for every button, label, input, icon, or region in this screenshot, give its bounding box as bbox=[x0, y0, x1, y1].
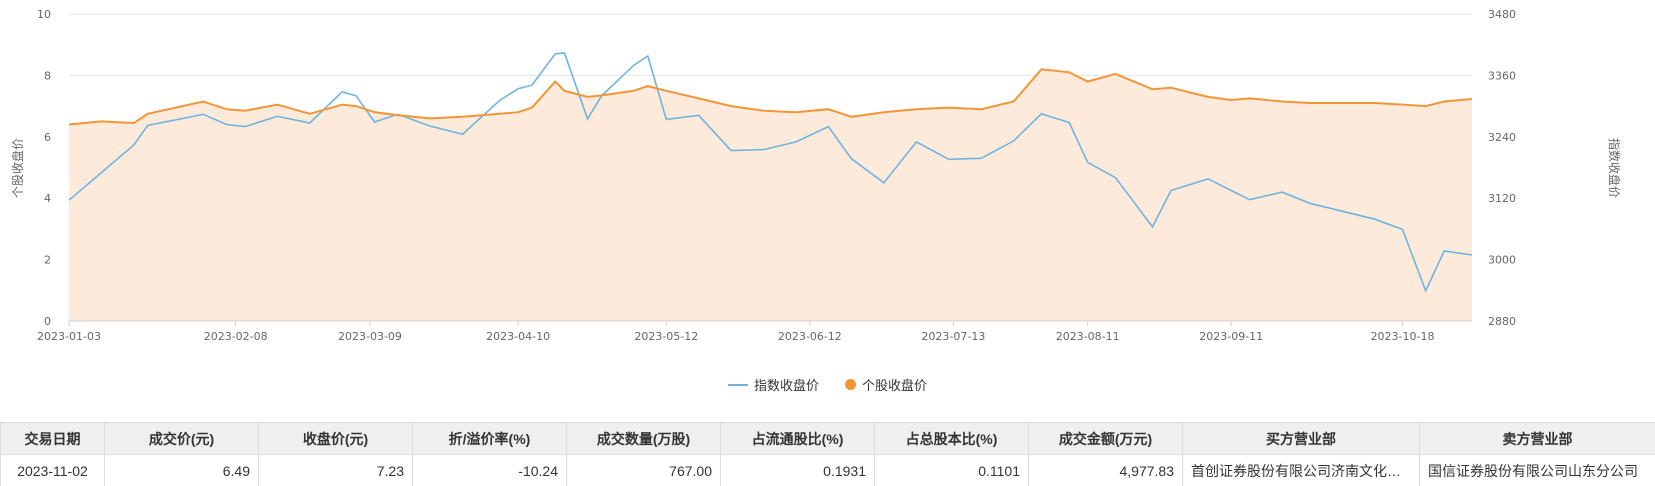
right-y-tick-label: 3480 bbox=[1488, 8, 1516, 21]
x-tick-label: 2023-01-03 bbox=[37, 330, 101, 343]
legend-item-index[interactable]: 指数收盘价 bbox=[727, 375, 819, 394]
left-y-tick-label: 8 bbox=[44, 69, 51, 82]
right-y-tick-label: 3000 bbox=[1488, 254, 1516, 267]
cell-buyer: 首创证券股份有限公司济南文化东路证券营业部 bbox=[1182, 454, 1420, 486]
col-header-premium-rate[interactable]: 折/溢价率(%) bbox=[412, 422, 567, 455]
x-tick-label: 2023-08-11 bbox=[1056, 330, 1120, 343]
right-y-tick-label: 3240 bbox=[1488, 131, 1516, 144]
right-y-axis-label: 指数收盘价 bbox=[1607, 138, 1622, 198]
stock-area-fill bbox=[69, 69, 1472, 321]
col-header-seller[interactable]: 卖方营业部 bbox=[1419, 422, 1655, 455]
right-y-axis-ticks: 2880 3000 3120 3240 3360 3480 bbox=[1488, 8, 1516, 328]
x-tick-label: 2023-06-12 bbox=[778, 330, 842, 343]
cell-amount: 4,977.83 bbox=[1028, 454, 1183, 486]
legend-dot-icon bbox=[845, 379, 856, 390]
x-tick-label: 2023-04-10 bbox=[486, 330, 550, 343]
col-header-amount[interactable]: 成交金额(万元) bbox=[1028, 422, 1183, 455]
right-y-tick-label: 3360 bbox=[1488, 69, 1516, 82]
legend-line-icon bbox=[727, 383, 748, 386]
cell-float-ratio: 0.1931 bbox=[720, 454, 875, 486]
legend-label-stock: 个股收盘价 bbox=[862, 378, 928, 393]
right-y-tick-label: 3120 bbox=[1488, 192, 1516, 205]
block-trade-table: 交易日期 成交价(元) 收盘价(元) 折/溢价率(%) 成交数量(万股) 占流通… bbox=[0, 422, 1655, 486]
x-tick-label: 2023-02-08 bbox=[204, 330, 268, 343]
col-header-float-ratio[interactable]: 占流通股比(%) bbox=[720, 422, 875, 455]
left-y-tick-label: 4 bbox=[44, 192, 51, 205]
col-header-deal-price[interactable]: 成交价(元) bbox=[104, 422, 259, 455]
cell-seller: 国信证券股份有限公司山东分公司 bbox=[1419, 454, 1655, 486]
x-tick-label: 2023-03-09 bbox=[338, 330, 402, 343]
legend-item-stock[interactable]: 个股收盘价 bbox=[845, 375, 927, 394]
right-y-tick-label: 2880 bbox=[1488, 315, 1516, 328]
cell-total-ratio: 0.1101 bbox=[874, 454, 1029, 486]
col-header-date[interactable]: 交易日期 bbox=[0, 422, 105, 455]
cell-deal-price: 6.49 bbox=[104, 454, 259, 486]
col-header-total-ratio[interactable]: 占总股本比(%) bbox=[874, 422, 1029, 455]
col-header-buyer[interactable]: 买方营业部 bbox=[1182, 422, 1420, 455]
cell-premium-rate: -10.24 bbox=[412, 454, 567, 486]
left-y-tick-label: 0 bbox=[44, 315, 51, 328]
table-header-row: 交易日期 成交价(元) 收盘价(元) 折/溢价率(%) 成交数量(万股) 占流通… bbox=[0, 422, 1655, 455]
chart-legend: 指数收盘价 个股收盘价 bbox=[0, 375, 1655, 394]
left-y-tick-label: 2 bbox=[44, 254, 51, 267]
col-header-volume[interactable]: 成交数量(万股) bbox=[566, 422, 721, 455]
left-y-tick-label: 10 bbox=[37, 8, 51, 21]
cell-volume: 767.00 bbox=[566, 454, 721, 486]
x-tick-label: 2023-05-12 bbox=[634, 330, 698, 343]
x-axis-ticks: 2023-01-03 2023-02-08 2023-03-09 2023-04-10… bbox=[37, 321, 1435, 343]
x-tick-label: 2023-07-13 bbox=[921, 330, 985, 343]
x-tick-label: 2023-09-11 bbox=[1199, 330, 1263, 343]
left-y-axis-ticks: 0 2 4 6 8 10 bbox=[37, 8, 51, 328]
table-row: 2023-11-02 6.49 7.23 -10.24 767.00 0.193… bbox=[0, 454, 1655, 486]
cell-close-price: 7.23 bbox=[258, 454, 413, 486]
left-y-tick-label: 6 bbox=[44, 131, 51, 144]
price-chart: 2023-01-03 2023-02-08 2023-03-09 2023-04-10… bbox=[10, 8, 1622, 343]
left-y-axis-label: 个股收盘价 bbox=[10, 138, 25, 198]
cell-date: 2023-11-02 bbox=[0, 454, 105, 486]
x-tick-label: 2023-10-18 bbox=[1371, 330, 1435, 343]
col-header-close-price[interactable]: 收盘价(元) bbox=[258, 422, 413, 455]
legend-label-index: 指数收盘价 bbox=[753, 378, 819, 393]
